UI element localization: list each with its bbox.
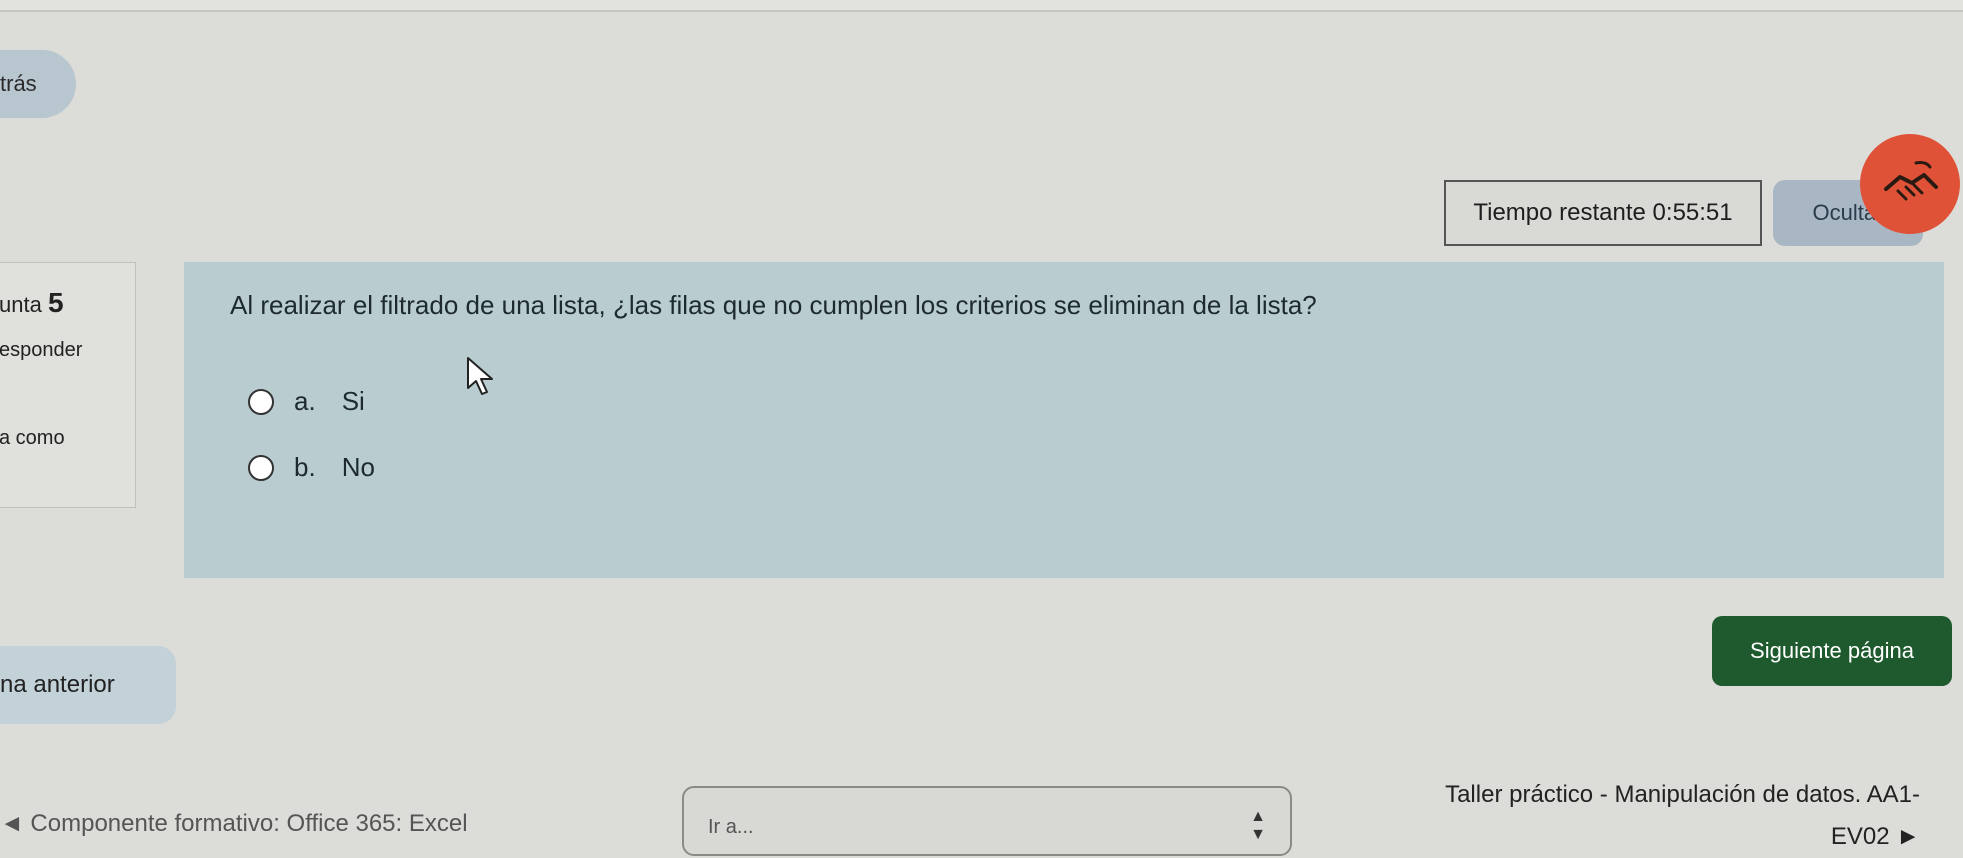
- timer-label: Tiempo restante 0:55:51: [1473, 199, 1733, 226]
- question-panel: Al realizar el filtrado de una lista, ¿l…: [184, 262, 1944, 578]
- back-button-label: trás: [0, 71, 37, 96]
- question-text: Al realizar el filtrado de una lista, ¿l…: [230, 290, 1317, 320]
- option-b[interactable]: b. No: [248, 452, 375, 483]
- jump-to-label: Ir a...: [708, 816, 754, 838]
- option-label: No: [341, 452, 375, 482]
- previous-page-label: na anterior: [0, 671, 115, 698]
- flag-question-link[interactable]: a como: [0, 427, 65, 450]
- select-arrows-icon: ▲ ▼: [1250, 808, 1266, 843]
- mouse-cursor-icon: [467, 357, 493, 395]
- next-page-label: Siguiente página: [1750, 638, 1914, 663]
- back-button[interactable]: trás: [0, 50, 76, 118]
- next-activity-link[interactable]: Taller práctico - Manipulación de datos.…: [1400, 774, 1920, 858]
- question-number: unta 5: [0, 287, 64, 318]
- handshake-icon[interactable]: [1860, 134, 1960, 234]
- option-a[interactable]: a. Si: [248, 386, 365, 417]
- next-page-button[interactable]: Siguiente página: [1712, 616, 1952, 686]
- question-state: esponder: [0, 339, 83, 361]
- option-letter: b.: [294, 452, 316, 482]
- radio-button[interactable]: [248, 454, 274, 481]
- question-info-panel: unta 5 esponder a como: [0, 262, 136, 508]
- radio-button[interactable]: [248, 388, 274, 415]
- option-label: Si: [341, 386, 365, 416]
- top-border: [0, 0, 1963, 12]
- timer-box: Tiempo restante 0:55:51: [1444, 180, 1762, 246]
- jump-to-select[interactable]: Ir a... ▲ ▼: [682, 786, 1292, 856]
- previous-page-button[interactable]: na anterior: [0, 646, 176, 724]
- previous-activity-link[interactable]: ◄ Componente formativo: Office 365: Exce…: [0, 810, 600, 838]
- option-letter: a.: [294, 386, 316, 416]
